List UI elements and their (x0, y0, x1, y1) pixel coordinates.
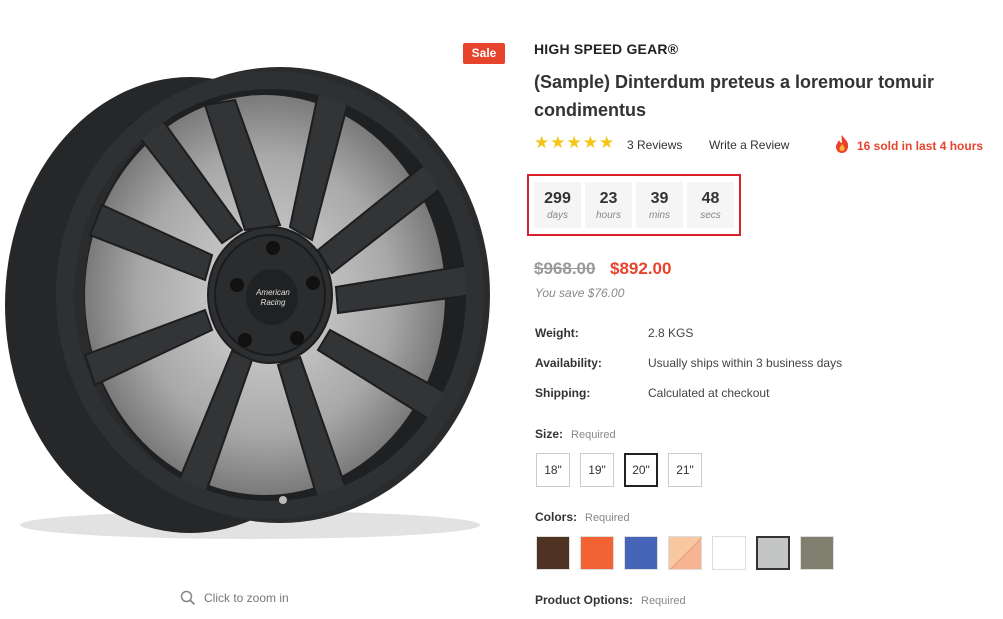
color-swatches (536, 536, 834, 570)
spec-label: Availability: (535, 356, 602, 370)
size-options: 18" 19" 20" 21" (536, 453, 702, 487)
wheel-logo-text: American (255, 288, 290, 297)
size-option-label: Size: Required (535, 427, 616, 441)
countdown-value: 39 (650, 190, 669, 207)
countdown-unit: days (546, 210, 569, 221)
product-image-wheel[interactable]: American Racing (0, 55, 500, 545)
countdown-mins: 39 mins (636, 182, 683, 228)
color-swatch-silver[interactable] (756, 536, 790, 570)
fire-icon (836, 135, 849, 153)
size-option-21[interactable]: 21" (668, 453, 702, 487)
magnifier-icon (180, 590, 196, 606)
write-review-link[interactable]: Write a Review (709, 138, 789, 152)
color-swatch-brown[interactable] (536, 536, 570, 570)
size-required: Required (571, 429, 616, 441)
rating-row: ★★★★★ 3 Reviews Write a Review 16 sold i… (534, 134, 989, 154)
color-swatch-blue[interactable] (624, 536, 658, 570)
reviews-link[interactable]: 3 Reviews (627, 138, 682, 152)
product-gallery: American Racing Sale Click to zoom in (0, 0, 515, 619)
countdown-days: 299 days (534, 182, 581, 228)
sold-notice: 16 sold in last 4 hours (833, 134, 983, 154)
product-title: (Sample) Dinterdum preteus a loremour to… (534, 72, 935, 120)
countdown-value: 23 (599, 190, 618, 207)
savings-text: You save $76.00 (535, 286, 625, 300)
original-price: $968.00 (534, 259, 596, 278)
sale-price: $892.00 (610, 259, 672, 278)
sold-notice-text: 16 sold in last 4 hours (857, 139, 984, 153)
countdown-secs: 48 secs (687, 182, 734, 228)
product-options-required: Required (641, 595, 686, 607)
color-swatch-olive[interactable] (800, 536, 834, 570)
size-label-text: Size: (535, 427, 564, 441)
countdown-hours: 23 hours (585, 182, 632, 228)
color-swatch-white[interactable] (712, 536, 746, 570)
product-options-label: Product Options: Required (535, 593, 686, 607)
star-rating-icon: ★★★★★ (534, 133, 616, 152)
color-required: Required (585, 512, 630, 524)
product-brand[interactable]: HIGH SPEED GEAR® (534, 41, 678, 57)
countdown-unit: mins (648, 210, 671, 221)
spec-value: Usually ships within 3 business days (648, 356, 843, 370)
zoom-hint-label: Click to zoom in (204, 591, 289, 605)
spec-label: Weight: (535, 326, 579, 340)
size-option-19[interactable]: 19" (580, 453, 614, 487)
countdown-unit: secs (700, 210, 721, 221)
size-option-18[interactable]: 18" (536, 453, 570, 487)
countdown-unit: hours (595, 210, 621, 221)
countdown-value: 48 (701, 190, 720, 207)
color-swatch-peach[interactable] (668, 536, 702, 570)
spec-value: Calculated at checkout (648, 386, 770, 400)
wheel-logo-text-2: Racing (261, 298, 286, 307)
color-label-text: Colors: (535, 510, 577, 524)
color-swatch-orange[interactable] (580, 536, 614, 570)
spec-label: Shipping: (535, 386, 591, 400)
size-option-20[interactable]: 20" (624, 453, 658, 487)
countdown-timer: 299 days 23 hours 39 mins 48 secs (527, 174, 741, 236)
sale-badge: Sale (463, 43, 505, 64)
countdown-value: 299 (544, 190, 571, 207)
color-option-label: Colors: Required (535, 510, 630, 524)
spec-value: 2.8 KGS (648, 326, 694, 340)
product-options-label-text: Product Options: (535, 593, 633, 607)
zoom-hint[interactable]: Click to zoom in (180, 590, 289, 606)
